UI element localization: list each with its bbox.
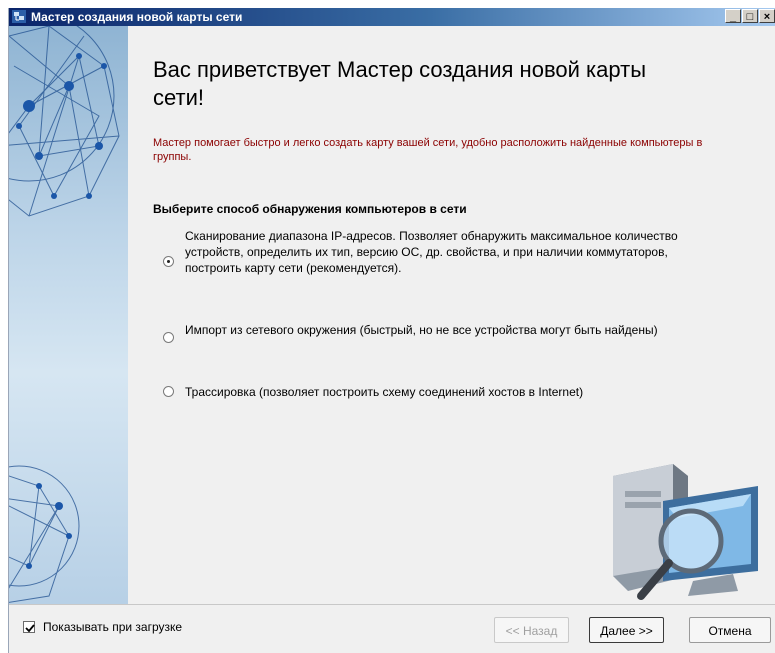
wizard-content: Вас приветствует Мастер создания новой к…: [128, 26, 775, 604]
traceroute-label: Трассировка (позволяет построить схему с…: [185, 385, 584, 399]
maximize-button[interactable]: □: [742, 9, 758, 23]
close-button[interactable]: ×: [759, 9, 775, 23]
wizard-description: Мастер помогает быстро и легко создать к…: [153, 137, 703, 163]
discovery-method-heading: Выберите способ обнаружения компьютеров …: [153, 202, 467, 216]
network-mesh-graphic: [9, 26, 120, 603]
wizard-banner: [9, 26, 128, 604]
computer-magnifier-icon: [613, 464, 758, 600]
window-title: Мастер создания новой карты сети: [31, 10, 243, 24]
show-on-startup-checkbox[interactable]: [23, 621, 35, 633]
traceroute-radio[interactable]: [163, 386, 174, 397]
minimize-button[interactable]: _: [725, 9, 741, 23]
wizard-window: Мастер создания новой карты сети _ □ × В…: [8, 8, 775, 653]
wizard-footer: Показывать при загрузке << Назад Далее >…: [9, 604, 775, 653]
network-import-label: Импорт из сетевого окружения (быстрый, н…: [185, 323, 658, 337]
ip-scan-label: Сканирование диапазона IP-адресов. Позво…: [185, 229, 678, 275]
network-import-radio[interactable]: [163, 332, 174, 343]
next-button[interactable]: Далее >>: [589, 617, 664, 643]
ip-scan-radio[interactable]: [163, 256, 174, 267]
cancel-button[interactable]: Отмена: [689, 617, 771, 643]
wizard-title: Вас приветствует Мастер создания новой к…: [153, 57, 647, 110]
title-bar: Мастер создания новой карты сети _ □ ×: [9, 8, 775, 26]
back-button[interactable]: << Назад: [494, 617, 569, 643]
network-map-icon: [12, 10, 26, 23]
show-on-startup-label: Показывать при загрузке: [43, 620, 183, 634]
